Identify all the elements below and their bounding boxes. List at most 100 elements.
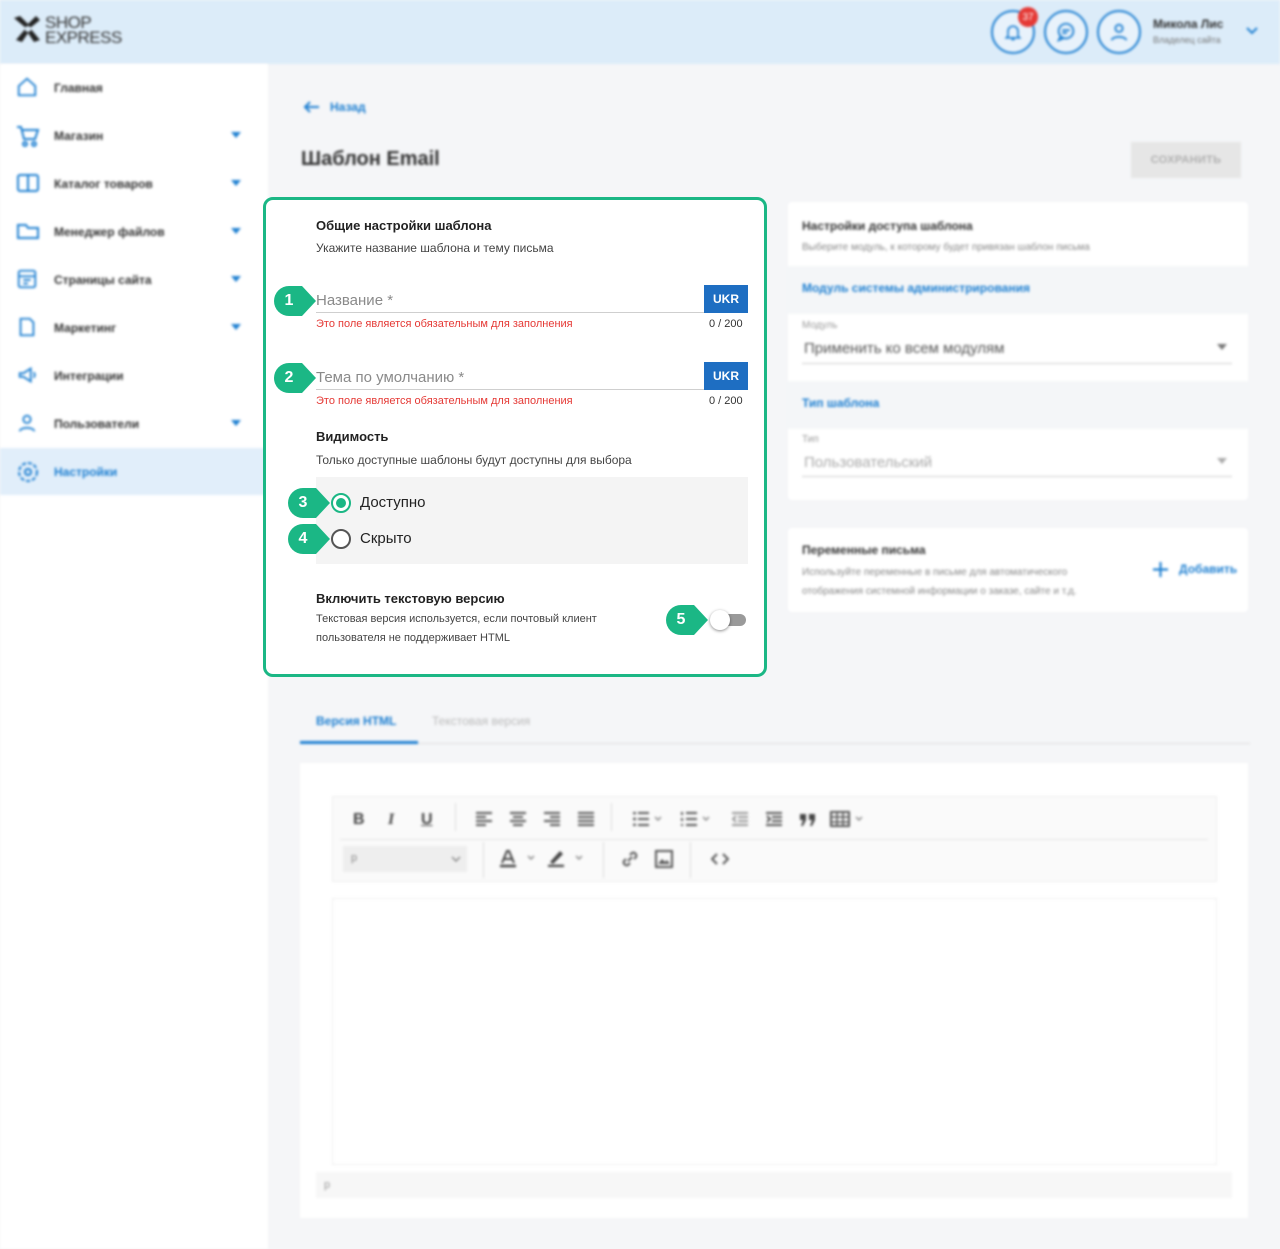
annotation-marker-4: 4 — [288, 524, 332, 554]
chevron-down-icon[interactable] — [451, 856, 461, 862]
sidebar-item-label: Настройки — [54, 464, 118, 479]
save-button[interactable]: СОХРАНИТЬ — [1131, 142, 1241, 178]
cart-icon — [17, 126, 40, 147]
book-icon — [17, 174, 39, 192]
top-bar: SHOP EXPRESS 37 Микола Лис Владелец сайт… — [0, 0, 1280, 64]
module-section-link[interactable]: Модуль системы администрирования — [802, 281, 1030, 295]
type-select-underline — [802, 476, 1232, 477]
sidebar-item-pages[interactable]: Страницы сайта — [0, 256, 268, 303]
arrow-left-icon — [303, 101, 319, 113]
caret-down-icon — [231, 180, 241, 186]
toolbar-separator — [455, 803, 456, 831]
visibility-options — [316, 477, 748, 564]
name-input[interactable]: Название * — [316, 292, 393, 309]
indent-icon[interactable] — [766, 812, 782, 826]
blockquote-icon[interactable] — [800, 814, 816, 826]
text-version-subtitle-1: Текстовая версия используется, если почт… — [316, 613, 597, 625]
toolbar-row-divider — [340, 839, 1208, 840]
text-color-icon[interactable] — [499, 850, 539, 868]
tab-text-version[interactable]: Текстовая версия — [432, 714, 530, 728]
text-version-subtitle-2: пользователя не поддерживает HTML — [316, 632, 510, 644]
align-justify-icon[interactable] — [578, 812, 594, 826]
variables-subtitle-2: отображения системной информации о заказ… — [802, 586, 1077, 597]
radio-hidden-label[interactable]: Скрыто — [360, 530, 412, 547]
shop-express-logo[interactable]: SHOP EXPRESS — [12, 14, 122, 46]
chevron-down-icon[interactable] — [1217, 344, 1227, 350]
sidebar-item-home[interactable]: Главная — [0, 64, 268, 111]
type-select-label: Тип — [802, 434, 819, 445]
chevron-down-icon[interactable] — [1245, 26, 1259, 36]
bullet-list-icon[interactable] — [633, 812, 663, 826]
module-select-label: Модуль — [802, 320, 838, 331]
link-icon[interactable] — [621, 850, 639, 868]
paragraph-format-select[interactable] — [343, 846, 467, 872]
notification-count-badge: 37 — [1018, 7, 1038, 27]
code-view-icon[interactable] — [711, 853, 729, 865]
folder-icon — [17, 224, 39, 239]
back-link[interactable]: Назад — [302, 100, 366, 114]
marker-number: 5 — [676, 611, 686, 628]
sidebar: Главная Магазин Каталог товаров Менеджер… — [0, 64, 268, 1249]
marker-number: 1 — [284, 292, 294, 309]
align-left-icon[interactable] — [476, 812, 492, 826]
type-section-link[interactable]: Тип шаблона — [802, 396, 879, 410]
image-icon[interactable] — [655, 850, 673, 868]
logo-icon — [14, 16, 40, 42]
module-select-underline — [802, 363, 1232, 364]
subject-lang-button[interactable]: UKR — [704, 362, 748, 390]
sidebar-item-shop[interactable]: Магазин — [0, 112, 268, 159]
visibility-title: Видимость — [316, 429, 389, 444]
sidebar-item-catalog[interactable]: Каталог товаров — [0, 160, 268, 207]
name-lang-button[interactable]: UKR — [704, 285, 748, 313]
notifications-button[interactable]: 37 — [991, 7, 1038, 54]
table-icon[interactable] — [830, 811, 866, 827]
back-label: Назад — [330, 100, 366, 114]
access-title: Настройки доступа шаблона — [802, 219, 973, 233]
caret-down-icon — [231, 228, 241, 234]
name-error-text: Это поле является обязательным для запол… — [316, 318, 573, 330]
sidebar-item-integrations[interactable]: Интеграции — [0, 352, 268, 399]
subject-input[interactable]: Тема по умолчанию * — [316, 369, 464, 386]
visibility-subtitle: Только доступные шаблоны будут доступны … — [316, 453, 632, 467]
tab-html-version[interactable]: Версия HTML — [316, 714, 396, 728]
text-version-toggle[interactable] — [710, 610, 746, 630]
sidebar-item-label: Каталог товаров — [54, 176, 153, 191]
caret-down-icon — [231, 276, 241, 282]
messages-button[interactable] — [1044, 10, 1088, 54]
editor-content-area[interactable] — [332, 898, 1217, 1165]
italic-icon[interactable]: I — [388, 811, 394, 829]
add-variable-button[interactable]: Добавить — [1179, 562, 1237, 576]
highlight-color-icon[interactable] — [547, 849, 587, 867]
radio-hidden[interactable] — [331, 529, 351, 549]
sidebar-item-settings[interactable]: Настройки — [0, 448, 268, 495]
caret-down-icon — [231, 420, 241, 426]
general-subtitle: Укажите название шаблона и тему письма — [316, 241, 554, 255]
sidebar-item-file-manager[interactable]: Менеджер файлов — [0, 208, 268, 255]
outdent-icon[interactable] — [732, 812, 748, 826]
underline-icon[interactable]: U — [421, 811, 433, 829]
type-select[interactable]: Пользовательский — [804, 454, 932, 471]
annotation-marker-2: 2 — [274, 363, 318, 393]
toolbar-separator — [603, 842, 604, 878]
user-name[interactable]: Микола Лис — [1153, 17, 1223, 31]
gear-icon — [18, 462, 38, 482]
plus-icon[interactable] — [1153, 562, 1168, 577]
marker-number: 2 — [284, 369, 294, 386]
text-version-title: Включить текстовую версию — [316, 591, 505, 606]
sidebar-item-marketing[interactable]: Маркетинг — [0, 304, 268, 351]
user-role: Владелец сайта — [1153, 35, 1221, 45]
numbered-list-icon[interactable] — [681, 812, 711, 826]
marker-number: 4 — [298, 530, 308, 547]
radio-available-label[interactable]: Доступно — [360, 494, 425, 511]
chevron-down-icon[interactable] — [1217, 458, 1227, 464]
subject-counter: 0 / 200 — [709, 395, 743, 407]
align-right-icon[interactable] — [544, 812, 560, 826]
radio-available[interactable] — [331, 493, 351, 513]
align-center-icon[interactable] — [510, 812, 526, 826]
sidebar-item-users[interactable]: Пользователи — [0, 400, 268, 447]
profile-button[interactable] — [1097, 10, 1141, 54]
active-tab-indicator — [300, 741, 418, 744]
module-select[interactable]: Применить ко всем модулям — [804, 340, 1004, 357]
subject-input-underline — [316, 389, 704, 390]
bold-icon[interactable]: B — [353, 811, 365, 829]
